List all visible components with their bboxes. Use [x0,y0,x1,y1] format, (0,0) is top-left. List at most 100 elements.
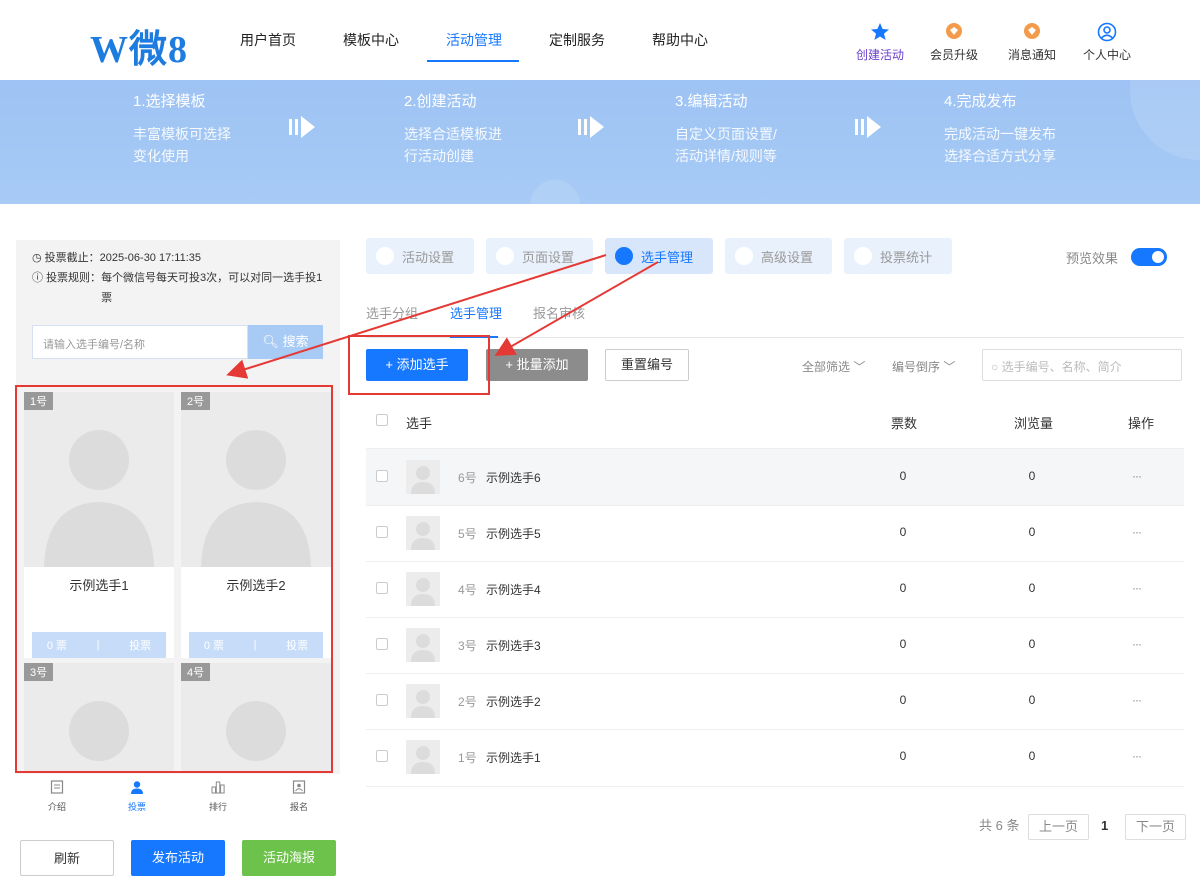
bottom-nav-ranking[interactable]: 排行 [198,780,238,813]
preview-effect-toggle[interactable] [1131,248,1167,266]
contestant-search-input[interactable]: ○ 选手编号、名称、简介 [982,349,1182,381]
steps-banner: 1.选择模板 丰富模板可选择 变化使用 2.创建活动 选择合适模板进 行活动创建… [0,80,1200,204]
contestant-name: 示例选手2 [486,695,541,709]
upgrade-icon [946,23,962,39]
contestant-name: 示例选手4 [486,583,541,597]
more-actions-icon[interactable]: ··· [1132,581,1142,595]
nav-user-home[interactable]: 用户首页 [240,30,296,50]
row-checkbox[interactable] [376,470,388,482]
clock-icon: ◷ [32,252,45,264]
subtab-signup-review[interactable]: 报名审核 [533,303,585,322]
tab-activity-settings[interactable]: 活动设置 [366,238,474,274]
subtab-contestant-groups[interactable]: 选手分组 [366,303,418,322]
select-all-checkbox[interactable] [376,414,388,426]
table-row[interactable]: 3号 示例选手3 0 0 ··· [366,617,1184,673]
more-actions-icon[interactable]: ··· [1132,749,1142,763]
avatar [406,572,440,606]
settings-icon [735,247,753,265]
sort-dropdown[interactable]: 编号倒序 ﹀ [892,358,955,375]
column-header-votes: 票数 [891,416,918,431]
preview-search-input[interactable]: 请输入选手编号/名称 [32,325,248,359]
star-icon [871,23,889,40]
signup-icon [292,780,306,794]
column-header-views: 浏览量 [1014,416,1054,431]
publish-activity-button[interactable]: 发布活动 [131,840,225,876]
arrow-right-icon [855,116,881,138]
personal-center-button[interactable]: 个人中心 [1072,22,1142,63]
member-upgrade-button[interactable]: 会员升级 [919,22,989,63]
search-icon: 🔍︎ [262,334,279,349]
refresh-button[interactable]: 刷新 [20,840,114,876]
batch-add-button[interactable]: + 批量添加 [486,349,588,381]
table-divider [366,786,1184,787]
chevron-down-icon: ﹀ [853,360,866,374]
row-checkbox[interactable] [376,582,388,594]
preview-search-button[interactable]: 🔍︎ 搜索 [248,325,323,359]
create-activity-button[interactable]: 创建活动 [845,22,915,63]
view-count: 0 [1028,749,1036,763]
stats-icon [854,247,872,265]
notifications-button[interactable]: 消息通知 [997,22,1067,63]
table-row[interactable]: 2号 示例选手2 0 0 ··· [366,673,1184,729]
nav-custom-service[interactable]: 定制服务 [549,30,605,50]
heart-icon [376,247,394,265]
vote-count: 0 [899,637,907,651]
contestant-number: 2号 [458,695,477,709]
table-row[interactable]: 6号 示例选手6 0 0 ··· [366,449,1184,505]
info-icon: ⓘ [32,272,47,284]
bell-icon [1024,23,1040,39]
user-icon [1097,22,1117,42]
table-row[interactable]: 1号 示例选手1 0 0 ··· [366,729,1184,785]
table-row[interactable]: 5号 示例选手5 0 0 ··· [366,505,1184,561]
person-icon [615,247,633,265]
vote-count: 0 [899,581,907,595]
nav-template-center[interactable]: 模板中心 [343,30,399,50]
next-page-button[interactable]: 下一页 [1125,814,1187,840]
row-checkbox[interactable] [376,750,388,762]
deadline-row: ◷ 投票截止： 2025-06-30 17:11:35 [32,248,332,268]
subtab-contestant-management[interactable]: 选手管理 [450,303,502,322]
logo[interactable]: W微8 [90,18,188,73]
prev-page-button[interactable]: 上一页 [1028,814,1090,840]
view-count: 0 [1028,637,1036,651]
contestant-name: 示例选手5 [486,527,541,541]
tab-advanced-settings[interactable]: 高级设置 [725,238,832,274]
banner-decoration [1130,80,1200,160]
bottom-nav-signup[interactable]: 报名 [279,780,319,813]
contestant-name: 示例选手3 [486,639,541,653]
view-count: 0 [1028,525,1036,539]
step-1: 1.选择模板 丰富模板可选择 变化使用 [133,93,231,164]
nav-active-underline [427,60,519,62]
vote-count: 0 [899,525,907,539]
tab-page-settings[interactable]: 页面设置 [486,238,593,274]
avatar [406,516,440,550]
vote-count: 0 [899,693,907,707]
step-3: 3.编辑活动 自定义页面设置/ 活动详情/规则等 [675,93,777,164]
table-row[interactable]: 4号 示例选手4 0 0 ··· [366,561,1184,617]
step-4: 4.完成发布 完成活动一键发布 选择合适方式分享 [944,93,1056,164]
preview-effect-label: 预览效果 [1066,251,1119,266]
tab-vote-statistics[interactable]: 投票统计 [844,238,952,274]
top-header: W微8 用户首页 模板中心 活动管理 定制服务 帮助中心 创建活动 会员升级 消… [0,0,1200,80]
bottom-nav-intro[interactable]: 介绍 [37,780,77,813]
document-icon [50,780,64,794]
nav-help-center[interactable]: 帮助中心 [652,30,708,50]
filter-all-dropdown[interactable]: 全部筛选 ﹀ [802,358,865,375]
column-header-contestant: 选手 [406,416,433,431]
nav-activity-management[interactable]: 活动管理 [446,30,502,50]
vote-count: 0 [899,469,907,483]
current-page[interactable]: 1 [1101,814,1108,840]
avatar [406,628,440,662]
more-actions-icon[interactable]: ··· [1132,525,1142,539]
more-actions-icon[interactable]: ··· [1132,469,1142,483]
renumber-button[interactable]: 重置编号 [605,349,689,381]
activity-poster-button[interactable]: 活动海报 [242,840,336,876]
banner-decoration [530,180,580,204]
more-actions-icon[interactable]: ··· [1132,693,1142,707]
bottom-nav-vote[interactable]: 投票 [117,780,157,813]
row-checkbox[interactable] [376,638,388,650]
more-actions-icon[interactable]: ··· [1132,637,1142,651]
tab-contestant-management[interactable]: 选手管理 [605,238,713,274]
row-checkbox[interactable] [376,526,388,538]
row-checkbox[interactable] [376,694,388,706]
